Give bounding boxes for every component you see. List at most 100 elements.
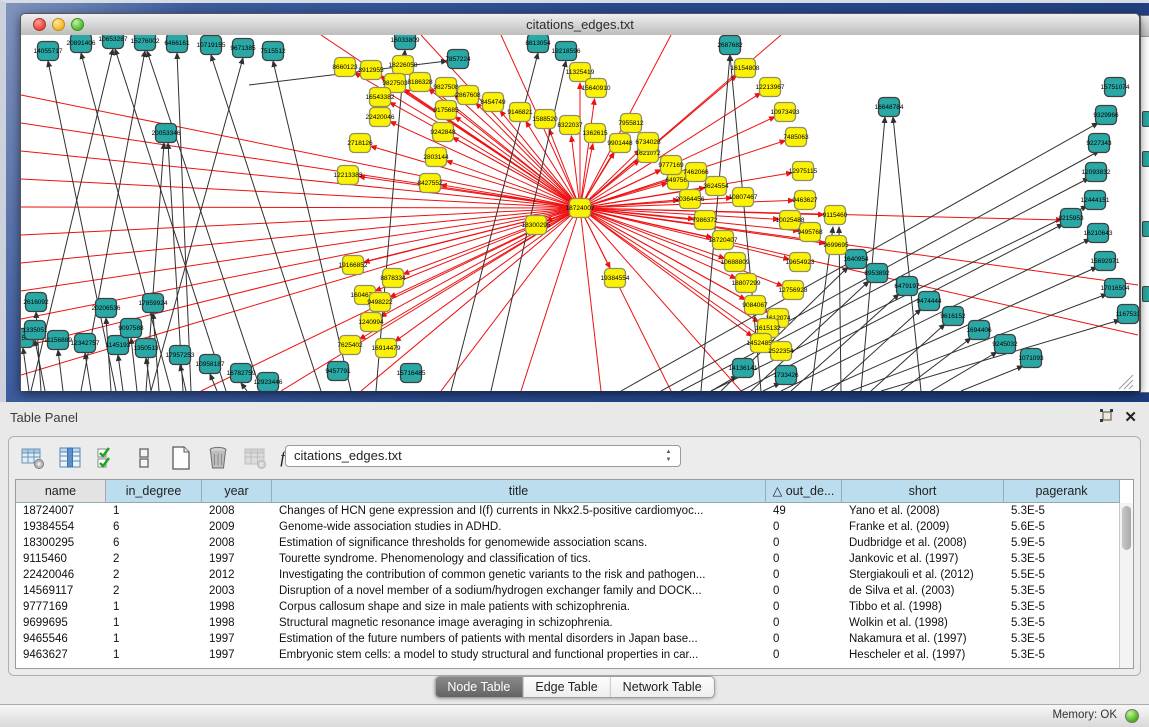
graph-edge[interactable] <box>580 208 601 391</box>
graph-edge[interactable] <box>85 353 91 391</box>
table-row[interactable]: 2242004622012Investigating the contribut… <box>16 567 1119 583</box>
citation-network-graph[interactable]: 1872400714055717208914061065328715276002… <box>21 35 1139 391</box>
select-columns-icon[interactable] <box>93 444 121 472</box>
graph-node-label: 16154808 <box>731 65 760 72</box>
graph-node-label: 8454749 <box>480 99 506 106</box>
graph-node-label: 20364456 <box>676 196 705 203</box>
table-tabbar: Node TableEdge TableNetwork Table <box>434 676 714 698</box>
column-header-title[interactable]: title <box>272 480 766 503</box>
float-panel-icon[interactable] <box>1099 408 1114 428</box>
graph-node-label: 18724007 <box>566 205 595 212</box>
graph-edge[interactable] <box>58 350 63 391</box>
graph-edge[interactable] <box>871 324 945 391</box>
graph-node-label: 12756928 <box>779 287 808 294</box>
background-window[interactable] <box>1140 15 1149 393</box>
table-row[interactable]: 946554611997Estimation of the future num… <box>16 631 1119 647</box>
close-panel-icon[interactable]: ✕ <box>1124 411 1137 425</box>
graph-edge[interactable] <box>21 207 580 208</box>
resize-grip-icon[interactable] <box>1124 380 1133 389</box>
network-window-titlebar[interactable]: citations_edges.txt <box>21 14 1139 36</box>
table-cell: 9465546 <box>16 631 106 647</box>
graph-node-label: 18807299 <box>732 280 761 287</box>
column-header-year[interactable]: year <box>202 480 272 503</box>
table-cell: 9777169 <box>16 599 106 615</box>
graph-edge[interactable] <box>147 51 261 391</box>
graph-edge[interactable] <box>851 294 1107 391</box>
network-view-canvas[interactable]: 1872400714055717208914061065328715276002… <box>21 35 1139 391</box>
table-row[interactable]: 1872400712008Changes of HCN gene express… <box>16 503 1119 519</box>
graph-edge[interactable] <box>21 208 580 375</box>
graph-node-label: 11325419 <box>566 69 595 76</box>
memory-ok-indicator[interactable] <box>1125 709 1139 723</box>
tab-node-table[interactable]: Node Table <box>435 677 523 697</box>
resize-grip-icon[interactable] <box>1129 385 1133 389</box>
column-header-name[interactable]: name <box>16 480 106 503</box>
graph-node-label: 9495768 <box>797 229 823 236</box>
graph-node-label: 16648784 <box>875 104 904 111</box>
row-options-icon[interactable] <box>130 444 158 472</box>
graph-edge[interactable] <box>211 55 321 391</box>
graph-edge[interactable] <box>375 208 580 291</box>
table-cell: 5.3E-5 <box>1004 599 1120 615</box>
background-graph-node <box>1142 111 1149 127</box>
graph-edge[interactable] <box>210 374 217 391</box>
graph-edge[interactable] <box>441 208 580 391</box>
table-row[interactable]: 1456911722003Disruption of a novel membe… <box>16 583 1119 599</box>
graph-edge[interactable] <box>21 208 580 235</box>
table-row[interactable]: 946362711997Embryonic stem cells: a mode… <box>16 647 1119 663</box>
graph-node-label: 10973493 <box>771 109 800 116</box>
graph-node-label: 1694406 <box>966 327 992 334</box>
tab-network-table[interactable]: Network Table <box>611 677 714 697</box>
table-cell: 6 <box>106 519 202 535</box>
table-vertical-scrollbar[interactable] <box>1119 503 1133 668</box>
graph-edge[interactable] <box>881 320 1120 391</box>
graph-edge[interactable] <box>23 348 29 391</box>
table-cell: 0 <box>766 599 842 615</box>
memory-status-label: Memory: OK <box>1052 709 1117 721</box>
column-header-short[interactable]: short <box>842 480 1004 503</box>
column-header-pagerank[interactable]: pagerank <box>1004 480 1120 503</box>
graph-node-label: 15692971 <box>1091 258 1120 265</box>
graph-edge[interactable] <box>395 208 580 342</box>
graph-node-label: 6466161 <box>164 40 190 47</box>
graph-edge[interactable] <box>961 366 1023 391</box>
graph-edge[interactable] <box>931 352 997 391</box>
network-window[interactable]: citations_edges.txt 18724007140557172089… <box>20 13 1140 391</box>
table-row[interactable]: 969969511998Structural magnetic resonanc… <box>16 615 1119 631</box>
table-cell: 18724007 <box>16 503 106 519</box>
graph-edge[interactable] <box>177 53 191 391</box>
table-mode-icon[interactable] <box>19 444 47 472</box>
graph-node-label: 11156889 <box>44 337 72 344</box>
column-header-in-degree[interactable]: in_degree <box>106 480 202 503</box>
graph-edge[interactable] <box>580 208 1138 335</box>
table-selector-dropdown[interactable]: citations_edges.txt ▲▼ <box>285 445 681 467</box>
create-column-icon[interactable] <box>167 444 195 472</box>
graph-node-label: 16033809 <box>391 37 420 44</box>
show-columns-icon[interactable] <box>56 444 84 472</box>
table-row[interactable]: 1938455462009Genome-wide association stu… <box>16 519 1119 535</box>
table-row[interactable]: 911546021997Tourette syndrome. Phenomeno… <box>16 551 1119 567</box>
graph-node-label: 1335051 <box>22 327 48 334</box>
graph-edge[interactable] <box>791 294 899 391</box>
graph-edge[interactable] <box>901 338 971 391</box>
delete-column-icon[interactable] <box>204 444 232 472</box>
graph-node-label: 9097588 <box>118 325 144 332</box>
table-row[interactable]: 977716911998Corpus callosum shape and si… <box>16 599 1119 615</box>
table-cell: 1 <box>106 631 202 647</box>
graph-edge[interactable] <box>118 355 123 391</box>
graph-edge[interactable] <box>281 208 580 391</box>
graph-edge[interactable] <box>580 99 595 208</box>
graph-node-label: 8427552 <box>417 180 443 187</box>
graph-node-label: 7485063 <box>783 134 809 141</box>
graph-node-label: 12975115 <box>789 168 818 175</box>
table-row[interactable]: 1830029562008Estimation of significance … <box>16 535 1119 551</box>
tab-edge-table[interactable]: Edge Table <box>523 677 610 697</box>
graph-node-label: 8953892 <box>864 270 890 277</box>
graph-edge[interactable] <box>241 383 247 391</box>
background-window-titlebar <box>1141 16 1149 37</box>
scrollbar-thumb[interactable] <box>1122 506 1131 550</box>
graph-edge[interactable] <box>35 340 45 391</box>
graph-edge[interactable] <box>21 123 580 208</box>
column-header-out-de-[interactable]: △ out_de... <box>766 480 842 503</box>
graph-edge[interactable] <box>821 267 1097 391</box>
